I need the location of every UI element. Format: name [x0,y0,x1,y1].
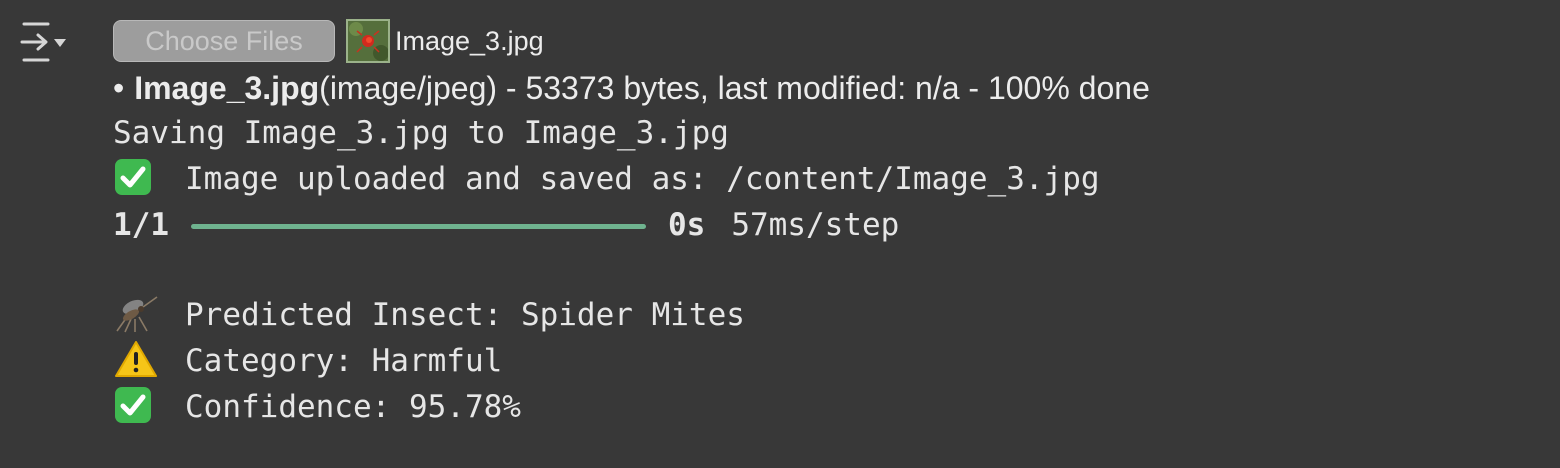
upload-confirmation: Image uploaded and saved as: /content/Im… [113,156,1540,202]
file-upload-widget: Choose Files Image_3.jpg [113,18,1540,64]
check-mark-emoji [113,157,159,197]
progress-step: 1/1 [113,207,169,243]
warning-emoji [113,339,159,379]
upload-confirmation-text: Image uploaded and saved as: /content/Im… [185,161,1100,197]
file-info-line: • Image_3.jpg(image/jpeg) - 53373 bytes, … [113,66,1540,110]
category-line: Category: Harmful [113,338,1540,384]
predicted-insect-line: Predicted Insect: Spider Mites [113,292,1540,338]
saving-message: Saving Image_3.jpg to Image_3.jpg [113,115,729,151]
category-text: Category: Harmful [185,343,503,379]
choose-files-button[interactable]: Choose Files [113,20,335,62]
cell-output: Choose Files Image_3.jpg • Image_3.jpg(im… [113,18,1540,430]
progress-time: 0s [668,207,706,243]
mosquito-emoji [113,293,159,333]
selected-file-name: Image_3.jpg [395,25,544,56]
progress-bar [191,223,646,229]
file-info-details: (image/jpeg) - 53373 bytes, last modifie… [319,70,1150,106]
list-bullet: • [113,70,125,106]
image-thumbnail [346,19,390,63]
output-collapse-icon[interactable] [18,20,74,64]
confidence-line: Confidence: 95.78% [113,384,1540,430]
progress-rate: 57ms/step [731,207,900,243]
file-info-name: Image_3.jpg [134,70,320,106]
confidence-text: Confidence: 95.78% [185,389,521,425]
progress-line: 1/1 0s 57ms/step [113,202,1540,248]
check-mark-emoji [113,385,159,425]
predicted-insect-text: Predicted Insect: Spider Mites [185,297,745,333]
